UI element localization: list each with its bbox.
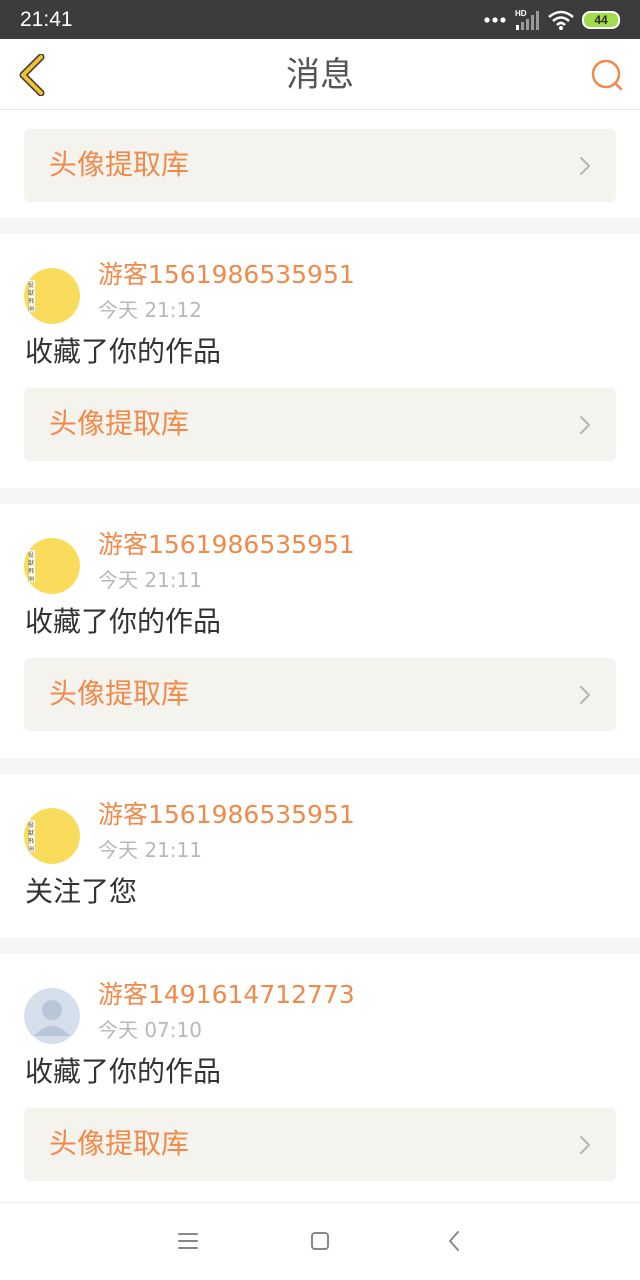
signal-icon: HD (515, 9, 539, 30)
message-time: 今天 21:11 (98, 568, 202, 592)
svg-text:獣: 獣 (28, 289, 34, 297)
yellow-stamp-avatar-icon: 役獣飛洲 (24, 808, 80, 864)
home-button[interactable] (302, 1223, 338, 1259)
home-square-icon (311, 1232, 329, 1250)
message-header: 役獣飛洲 游客1561986535951 今天 21:11 (0, 774, 640, 865)
system-nav-bar (0, 1202, 640, 1280)
username[interactable]: 游客1561986535951 (98, 258, 355, 292)
system-back-button[interactable] (436, 1223, 472, 1259)
chevron-right-icon (580, 416, 590, 434)
svg-text:飛: 飛 (28, 838, 34, 845)
list-item[interactable]: 役獣飛洲 游客1561986535951 今天 21:11 关注了您 (0, 774, 640, 938)
divider (0, 488, 640, 504)
svg-text:獣: 獣 (28, 559, 34, 567)
username[interactable]: 游客1561986535951 (98, 528, 355, 562)
chevron-right-icon (580, 1136, 590, 1154)
app-screen: 21:41 HD 44 消息 头像提取库 役 獣 飛 洲 游客156198653… (0, 0, 640, 1280)
default-user-avatar-icon (24, 988, 80, 1044)
message-header: 役獣飛洲 游客1561986535951 今天 21:11 (0, 504, 640, 595)
link-card-label: 头像提取库 (49, 1127, 190, 1160)
divider (0, 938, 640, 954)
svg-text:役: 役 (28, 281, 34, 289)
message-content: 收藏了你的作品 (25, 1055, 222, 1088)
link-card[interactable]: 头像提取库 (24, 388, 616, 461)
svg-text:役: 役 (28, 551, 34, 559)
menu-icon (178, 1233, 198, 1249)
message-header: 游客1491614712773 今天 07:10 (0, 954, 640, 1045)
message-content: 收藏了你的作品 (25, 335, 222, 368)
message-time: 今天 07:10 (98, 1018, 202, 1042)
yellow-stamp-avatar-icon: 役獣飛洲 (24, 268, 80, 324)
avatar[interactable]: 役獣飛洲 (24, 268, 80, 324)
message-list: 头像提取库 役獣飛洲 游客1561986535951 今天 21:12 收藏了你… (0, 110, 640, 1208)
link-card-label: 头像提取库 (49, 148, 190, 181)
svg-text:洲: 洲 (28, 576, 34, 583)
avatar[interactable]: 役獣飛洲 (24, 538, 80, 594)
status-bar: 21:41 HD 44 (0, 0, 640, 39)
list-item[interactable]: 役獣飛洲 游客1561986535951 今天 21:11 收藏了你的作品 头像… (0, 504, 640, 758)
message-content: 关注了您 (25, 875, 138, 908)
search-button[interactable] (586, 54, 628, 96)
wifi-icon (548, 10, 574, 30)
link-card[interactable]: 头像提取库 (24, 658, 616, 731)
message-time: 今天 21:11 (98, 838, 202, 862)
username[interactable]: 游客1561986535951 (98, 798, 355, 832)
message-time: 今天 21:12 (98, 298, 202, 322)
svg-text:獣: 獣 (28, 829, 34, 837)
message-header: 役獣飛洲 游客1561986535951 今天 21:12 (0, 234, 640, 325)
username[interactable]: 游客1491614712773 (98, 978, 355, 1012)
nav-bar: 消息 (0, 39, 640, 110)
chevron-right-icon (580, 157, 590, 175)
link-card-label: 头像提取库 (49, 677, 190, 710)
avatar[interactable] (24, 988, 80, 1044)
svg-text:洲: 洲 (28, 846, 34, 853)
status-icons: HD 44 (484, 8, 620, 32)
svg-text:飛: 飛 (28, 568, 34, 575)
list-item[interactable]: 游客1491614712773 今天 07:10 收藏了你的作品 头像提取库 (0, 954, 640, 1208)
link-card-label: 头像提取库 (49, 407, 190, 440)
svg-text:役: 役 (28, 821, 34, 829)
more-dots-icon (484, 17, 506, 23)
battery-icon: 44 (582, 11, 620, 29)
svg-text:飛: 飛 (28, 298, 34, 305)
avatar[interactable]: 役獣飛洲 (24, 808, 80, 864)
page-title: 消息 (286, 55, 354, 95)
search-icon (591, 59, 623, 91)
back-arrow-icon (449, 1231, 459, 1251)
battery-level: 44 (594, 13, 608, 27)
status-time: 21:41 (20, 8, 73, 31)
svg-text:HD: HD (515, 9, 527, 18)
menu-button[interactable] (170, 1223, 206, 1259)
list-item[interactable]: 役獣飛洲 游客1561986535951 今天 21:12 收藏了你的作品 头像… (0, 234, 640, 488)
svg-text:洲: 洲 (28, 306, 34, 313)
chevron-right-icon (580, 686, 590, 704)
list-item: 头像提取库 (0, 110, 640, 218)
link-card[interactable]: 头像提取库 (24, 129, 616, 202)
divider (0, 218, 640, 234)
message-content: 收藏了你的作品 (25, 605, 222, 638)
link-card[interactable]: 头像提取库 (24, 1108, 616, 1181)
divider (0, 758, 640, 774)
yellow-stamp-avatar-icon: 役獣飛洲 (24, 538, 80, 594)
